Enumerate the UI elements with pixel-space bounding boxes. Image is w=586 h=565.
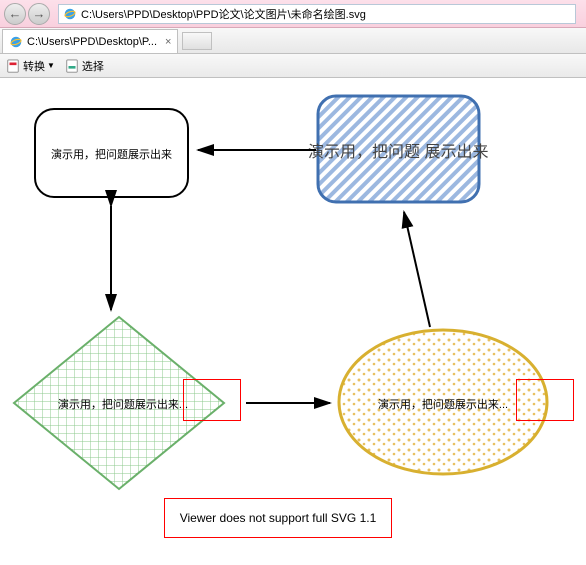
shape-blue-ne-label: 演示用，把问题 展示出来 [308, 138, 538, 162]
back-icon: ← [9, 6, 22, 21]
error-box-ellipse [516, 379, 574, 421]
address-bar[interactable]: C:\Users\PPD\Desktop\PPD论文\论文图片\未命名绘图.sv… [58, 4, 576, 24]
convert-label: 转换 [23, 58, 45, 74]
back-button[interactable]: ← [4, 3, 26, 25]
new-tab-button[interactable] [182, 32, 212, 50]
select-button[interactable]: 选择 [65, 58, 104, 74]
tab-title: C:\Users\PPD\Desktop\P... [27, 36, 157, 48]
tab-current[interactable]: C:\Users\PPD\Desktop\P... × [2, 29, 178, 53]
address-text: C:\Users\PPD\Desktop\PPD论文\论文图片\未命名绘图.sv… [81, 6, 366, 22]
ie-logo-icon [9, 35, 23, 49]
error-box-diamond [183, 379, 241, 421]
ie-logo-icon [63, 7, 77, 21]
select-icon [65, 59, 79, 73]
shape-ellipse-se-label: 演示用，把问题展示出来... [368, 396, 518, 412]
convert-button[interactable]: 转换 ▼ [6, 58, 55, 74]
svg-viewer: 演示用，把问题展示出来 演示用，把问题 展示出来 演示用，把问题展示出来... … [0, 78, 586, 565]
tab-close-icon[interactable]: × [165, 36, 171, 48]
forward-button[interactable]: → [28, 3, 50, 25]
titlebar: ← → C:\Users\PPD\Desktop\PPD论文\论文图片\未命名绘… [0, 0, 586, 28]
error-message: Viewer does not support full SVG 1.1 [164, 498, 392, 538]
error-message-text: Viewer does not support full SVG 1.1 [180, 511, 377, 525]
tabbar: C:\Users\PPD\Desktop\P... × [0, 28, 586, 54]
shape-rect-nw-label: 演示用，把问题展示出来 [40, 146, 183, 162]
forward-icon: → [33, 6, 46, 21]
shape-diamond-sw-label: 演示用，把问题展示出来... [48, 396, 198, 412]
toolbar: 转换 ▼ 选择 [0, 54, 586, 78]
select-label: 选择 [82, 58, 104, 74]
chevron-down-icon: ▼ [47, 61, 55, 70]
pdf-icon [6, 59, 20, 73]
